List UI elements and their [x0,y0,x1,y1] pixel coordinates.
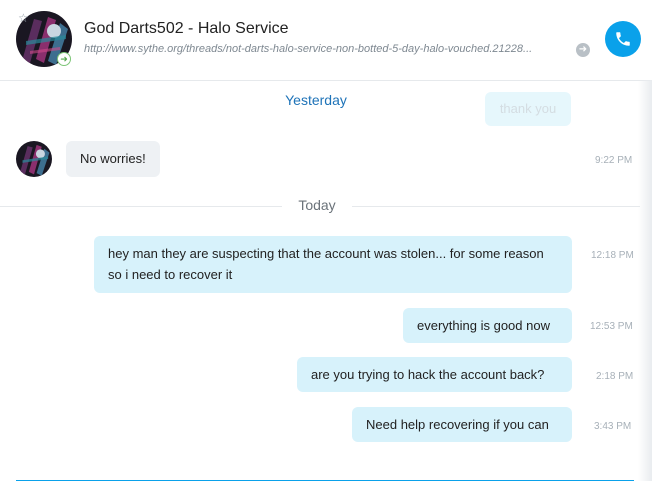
outgoing-message[interactable]: are you trying to hack the account back? [297,357,572,392]
message-time: 12:18 PM [591,250,634,261]
presence-icon: ➜ [57,52,71,66]
star-icon[interactable]: ☆ [18,12,29,24]
message-time: 3:43 PM [594,421,632,432]
scroll-shadow [638,80,652,481]
outgoing-message[interactable]: Need help recovering if you can [352,407,572,442]
arrow-right-icon[interactable]: ➜ [576,43,590,57]
phone-icon [616,32,630,46]
message-time: 2:18 PM [596,371,634,382]
contact-name: God Darts502 - Halo Service [84,20,289,37]
outgoing-message[interactable]: everything is good now [403,308,572,343]
message-time: 12:53 PM [590,321,633,332]
message-time: 9:22 PM [595,155,633,166]
thread-link[interactable]: http://www.sythe.org/threads/not-darts-h… [84,43,574,55]
outgoing-message[interactable]: hey man they are suspecting that the acc… [94,236,572,293]
incoming-message[interactable]: No worries! [66,141,160,177]
day-separator-today: Today [282,197,352,213]
call-button[interactable] [605,21,641,57]
chat-header: ☆ ➜ God Darts502 - Halo Service http://w… [0,0,652,81]
day-separator-yesterday[interactable]: Yesterday [0,92,632,108]
contact-avatar-small[interactable] [16,141,52,177]
